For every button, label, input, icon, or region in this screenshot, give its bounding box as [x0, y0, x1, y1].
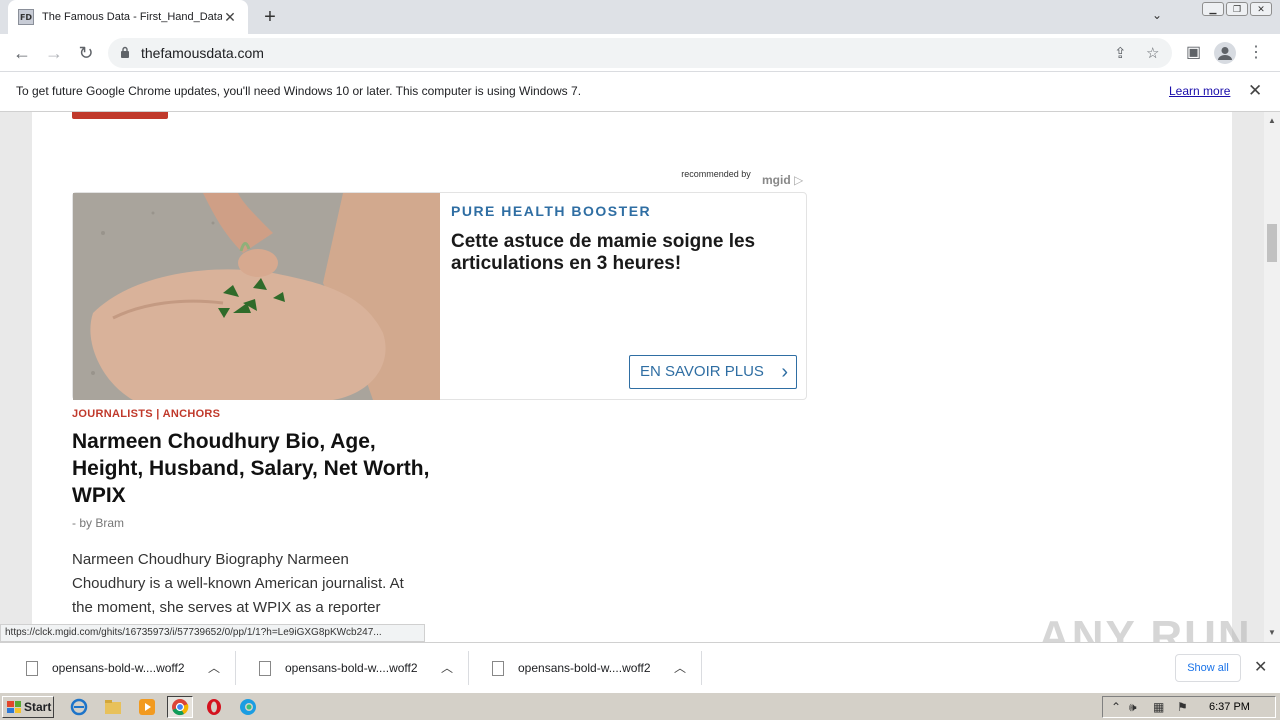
download-item[interactable]: opensans-bold-w....woff2 ︿ — [4, 651, 236, 685]
new-tab-button[interactable]: + — [258, 5, 282, 29]
recommended-by-label: recommended by — [681, 169, 751, 179]
mgid-logo-text: mgid — [762, 173, 791, 187]
vertical-scrollbar[interactable]: ▲ ▼ — [1264, 112, 1280, 642]
chevron-up-icon[interactable]: ︿ — [208, 659, 220, 676]
file-icon — [259, 661, 271, 676]
chevron-right-icon: › — [781, 361, 788, 383]
tab-search-chevron-down-icon[interactable]: ⌄ — [1152, 8, 1162, 22]
adchoices-icon: ▷ — [794, 173, 804, 187]
forward-arrow-icon[interactable]: → — [42, 41, 66, 65]
learn-more-link[interactable]: Learn more — [1169, 84, 1230, 98]
window-controls: ▁ ❐ ✕ — [1202, 2, 1272, 16]
action-center-flag-icon[interactable]: ⚑ — [1177, 700, 1188, 714]
foot-herb-photo — [73, 193, 440, 400]
ad-headline[interactable]: Cette astuce de mamie soigne les articul… — [451, 231, 791, 275]
restore-button[interactable]: ❐ — [1226, 2, 1248, 16]
volume-icon[interactable]: 🕪 — [1129, 700, 1137, 715]
profile-avatar-icon[interactable] — [1214, 42, 1236, 64]
ad-cta-label: EN SAVOIR PLUS — [640, 363, 764, 380]
taskbar-clock[interactable]: 6:37 PM — [1209, 701, 1250, 713]
download-filename: opensans-bold-w....woff2 — [518, 661, 651, 675]
address-bar[interactable]: thefamousdata.com ⇪ ☆ — [108, 38, 1172, 68]
downloads-close-icon[interactable]: ✕ — [1254, 657, 1267, 677]
edge-icon[interactable] — [235, 696, 261, 718]
tab-title: The Famous Data - First_Hand_Data — [42, 11, 222, 23]
file-icon — [26, 661, 38, 676]
scroll-down-arrow-icon[interactable]: ▼ — [1268, 628, 1276, 637]
scroll-up-arrow-icon[interactable]: ▲ — [1268, 116, 1276, 125]
browser-toolbar: ← → ↻ thefamousdata.com ⇪ ☆ ▣ ⋮ — [0, 34, 1280, 72]
start-label: Start — [24, 700, 52, 714]
download-item[interactable]: opensans-bold-w....woff2 ︿ — [237, 651, 469, 685]
ad-image[interactable] — [73, 193, 440, 400]
infobar-message: To get future Google Chrome updates, you… — [16, 84, 582, 98]
tab-close-icon[interactable]: ✕ — [222, 9, 238, 26]
show-all-button[interactable]: Show all — [1175, 654, 1241, 682]
chevron-up-icon[interactable]: ︿ — [674, 659, 686, 676]
downloads-bar: opensans-bold-w....woff2 ︿ opensans-bold… — [0, 642, 1280, 692]
system-tray: ⌃ 🕪 ▦ ⚑ 6:37 PM — [1102, 696, 1276, 718]
update-infobar: To get future Google Chrome updates, you… — [0, 72, 1280, 112]
download-filename: opensans-bold-w....woff2 — [52, 661, 185, 675]
scrollbar-thumb[interactable] — [1267, 224, 1277, 262]
red-button-fragment[interactable] — [72, 112, 168, 119]
site-favicon-icon: FD — [18, 9, 34, 25]
file-icon — [492, 661, 504, 676]
start-button[interactable]: Start — [2, 696, 54, 718]
post-byline: - by Bram — [72, 516, 125, 530]
internet-explorer-icon[interactable] — [66, 696, 92, 718]
url-text: thefamousdata.com — [141, 45, 264, 61]
opera-icon[interactable] — [201, 696, 227, 718]
page-content: recommended by mgid ▷ PURE HEALTH BOOSTE… — [32, 112, 1232, 642]
lock-icon — [121, 46, 129, 58]
media-player-icon[interactable] — [134, 696, 160, 718]
post-title[interactable]: Narmeen Choudhury Bio, Age, Height, Husb… — [72, 428, 432, 509]
ad-card[interactable]: PURE HEALTH BOOSTER Cette astuce de mami… — [72, 192, 807, 400]
minimize-button[interactable]: ▁ — [1202, 2, 1224, 16]
tab-strip: FD The Famous Data - First_Hand_Data ✕ +… — [0, 0, 1280, 34]
page-viewport: recommended by mgid ▷ PURE HEALTH BOOSTE… — [0, 112, 1264, 642]
ad-cta-button[interactable]: EN SAVOIR PLUS › — [629, 355, 797, 389]
file-explorer-icon[interactable] — [100, 696, 126, 718]
menu-kebab-icon[interactable]: ⋮ — [1248, 42, 1264, 62]
share-icon[interactable]: ⇪ — [1114, 44, 1127, 62]
bookmark-star-icon[interactable]: ☆ — [1146, 44, 1159, 62]
chrome-icon[interactable] — [167, 696, 193, 718]
browser-tab[interactable]: FD The Famous Data - First_Hand_Data ✕ — [8, 0, 248, 34]
mgid-logo[interactable]: mgid ▷ — [762, 173, 803, 187]
post-category[interactable]: JOURNALISTS | ANCHORS — [72, 408, 220, 420]
post-excerpt: Narmeen Choudhury Biography Narmeen Chou… — [72, 551, 404, 616]
side-panel-icon[interactable]: ▣ — [1186, 42, 1201, 62]
windows-taskbar: Start ⌃ 🕪 ▦ ⚑ 6:37 PM — [0, 692, 1280, 720]
windows-logo-icon — [7, 701, 21, 713]
ad-brand[interactable]: PURE HEALTH BOOSTER — [451, 203, 651, 219]
infobar-close-icon[interactable]: ✕ — [1248, 81, 1262, 101]
download-filename: opensans-bold-w....woff2 — [285, 661, 418, 675]
chevron-up-icon[interactable]: ︿ — [441, 659, 453, 676]
reload-icon[interactable]: ↻ — [74, 41, 98, 65]
close-window-button[interactable]: ✕ — [1250, 2, 1272, 16]
network-icon[interactable]: ▦ — [1153, 700, 1164, 714]
back-arrow-icon[interactable]: ← — [10, 41, 34, 65]
download-item[interactable]: opensans-bold-w....woff2 ︿ — [470, 651, 702, 685]
tray-expand-arrow-icon[interactable]: ⌃ — [1111, 700, 1121, 714]
status-bar-url: https://clck.mgid.com/ghits/16735973/i/5… — [0, 624, 425, 642]
